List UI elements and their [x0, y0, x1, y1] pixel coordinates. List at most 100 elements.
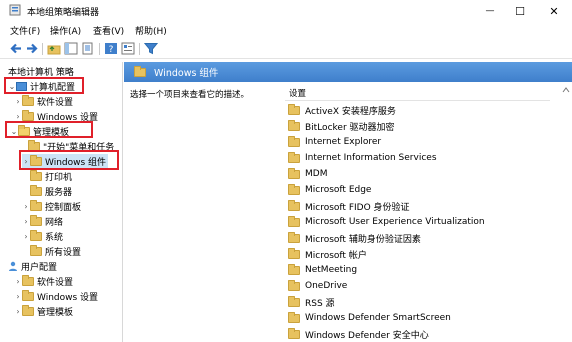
- folder-icon: [30, 214, 42, 226]
- tree-node-printers[interactable]: 打印机: [30, 169, 72, 183]
- tree-label: 管理模板: [33, 127, 70, 138]
- tree-label: Windows 设置: [37, 112, 99, 123]
- group-policy-editor-window: 本地组策略编辑器 — ☐ ✕ 文件(F) 操作(A) 查看(V) 帮助(H) ?: [0, 0, 572, 342]
- window-title: 本地组策略编辑器: [27, 8, 100, 18]
- tree-node-server[interactable]: 服务器: [30, 184, 72, 198]
- tree-node-network[interactable]: › 网络: [22, 214, 63, 228]
- list-item[interactable]: MDM: [285, 166, 327, 182]
- chevron-right-icon[interactable]: ›: [22, 217, 30, 226]
- folder-icon: [22, 109, 34, 121]
- tree-label: 控制面板: [45, 202, 82, 213]
- folder-icon: [22, 274, 34, 286]
- chevron-right-icon[interactable]: ›: [14, 112, 22, 121]
- list-item-label: Windows Defender 安全中心: [305, 330, 429, 341]
- tree-node-windows-settings[interactable]: › Windows 设置: [14, 109, 98, 123]
- list-item-label: Microsoft Edge: [305, 185, 372, 195]
- list-item[interactable]: NetMeeting: [285, 262, 357, 278]
- chevron-right-icon[interactable]: ›: [22, 232, 30, 241]
- list-item-label: NetMeeting: [305, 265, 358, 275]
- tree-node-user-windows-settings[interactable]: › Windows 设置: [14, 289, 98, 303]
- minimize-button[interactable]: —: [474, 0, 506, 22]
- tree-node-all-settings[interactable]: 所有设置: [30, 244, 81, 258]
- menu-help[interactable]: 帮助(H): [135, 24, 167, 37]
- folder-icon: [288, 231, 300, 243]
- chevron-right-icon[interactable]: ›: [22, 157, 30, 166]
- folder-icon: [22, 94, 34, 106]
- folder-icon: [288, 199, 300, 211]
- tree-node-user-software-settings[interactable]: › 软件设置: [14, 274, 73, 288]
- tree-node-computer-config[interactable]: ⌄ 计算机配置: [8, 79, 75, 93]
- scroll-up-icon: [562, 87, 570, 93]
- chevron-right-icon[interactable]: ›: [14, 277, 22, 286]
- folder-icon: [288, 327, 300, 339]
- list-item-label: Internet Information Services: [305, 153, 437, 163]
- tree-node-user-config[interactable]: 用户配置: [8, 259, 57, 273]
- tree-root-label: 本地计算机 策略: [8, 67, 74, 78]
- tree-node-software-settings[interactable]: › 软件设置: [14, 94, 73, 108]
- tree-label: 管理模板: [37, 307, 74, 318]
- list-item[interactable]: Internet Explorer: [285, 134, 381, 150]
- menu-bar: 文件(F) 操作(A) 查看(V) 帮助(H): [0, 24, 572, 38]
- help-icon[interactable]: ?: [104, 42, 118, 55]
- tree-node-system[interactable]: › 系统: [22, 229, 63, 243]
- list-item[interactable]: Windows Defender SmartScreen: [285, 310, 451, 326]
- list-item[interactable]: BitLocker 驱动器加密: [285, 118, 395, 134]
- list-item-label: Windows Defender SmartScreen: [305, 313, 451, 323]
- title-bar: 本地组策略编辑器 — ☐ ✕: [0, 0, 572, 22]
- folder-icon: [288, 295, 300, 307]
- vertical-scrollbar[interactable]: [560, 82, 572, 342]
- list-item[interactable]: Windows Defender 安全中心: [285, 326, 429, 342]
- list-item[interactable]: Microsoft 帐户: [285, 246, 367, 262]
- folder-icon: [288, 183, 300, 195]
- list-item-label: Microsoft User Experience Virtualization: [305, 217, 485, 227]
- folder-icon: [288, 279, 300, 291]
- list-item[interactable]: Internet Information Services: [285, 150, 437, 166]
- chevron-right-icon[interactable]: ›: [14, 292, 22, 301]
- menu-file[interactable]: 文件(F): [10, 24, 40, 37]
- up-folder-icon[interactable]: [47, 42, 61, 55]
- tree-label: 打印机: [45, 172, 73, 183]
- list-item[interactable]: Microsoft 辅助身份验证因素: [285, 230, 421, 246]
- chevron-right-icon[interactable]: ›: [22, 202, 30, 211]
- tree-node-admin-templates[interactable]: ⌄ 管理模板: [10, 124, 69, 138]
- tree-node-user-admin-templates[interactable]: › 管理模板: [14, 304, 73, 318]
- column-header-settings[interactable]: 设置: [285, 86, 550, 101]
- list-item[interactable]: Microsoft User Experience Virtualization: [285, 214, 485, 230]
- details-header-title: Windows 组件: [154, 68, 219, 79]
- tree-node-start-menu[interactable]: "开始"菜单和任务: [28, 139, 114, 153]
- list-item[interactable]: ActiveX 安装程序服务: [285, 102, 396, 118]
- chevron-right-icon[interactable]: ›: [14, 97, 22, 106]
- forward-arrow-icon[interactable]: [25, 42, 39, 55]
- policy-editor-app-icon: [9, 4, 21, 16]
- folder-icon: [288, 135, 300, 147]
- chevron-down-icon[interactable]: ⌄: [8, 82, 16, 91]
- filter-icon[interactable]: [144, 42, 158, 55]
- list-item-label: Microsoft 帐户: [305, 250, 367, 261]
- chevron-right-icon[interactable]: ›: [14, 307, 22, 316]
- list-item[interactable]: RSS 源: [285, 294, 335, 310]
- folder-icon: [288, 119, 300, 131]
- folder-icon: [288, 215, 300, 227]
- show-hide-tree-icon[interactable]: [64, 42, 78, 55]
- chevron-down-icon[interactable]: ⌄: [10, 127, 18, 136]
- tree-node-windows-components[interactable]: › Windows 组件: [22, 154, 109, 168]
- menu-action[interactable]: 操作(A): [50, 24, 81, 37]
- folder-icon: [30, 244, 42, 256]
- menu-view[interactable]: 查看(V): [93, 24, 124, 37]
- list-item[interactable]: Microsoft FIDO 身份验证: [285, 198, 410, 214]
- back-arrow-icon[interactable]: [9, 42, 23, 55]
- close-button[interactable]: ✕: [538, 0, 570, 22]
- folder-icon: [28, 139, 40, 151]
- list-item[interactable]: Microsoft Edge: [285, 182, 371, 198]
- tree-root[interactable]: 本地计算机 策略: [8, 64, 74, 78]
- maximize-button[interactable]: ☐: [504, 0, 536, 22]
- properties-icon[interactable]: [121, 42, 135, 55]
- folder-icon: [288, 167, 300, 179]
- tree-label: Windows 组件: [45, 157, 107, 168]
- folder-icon: [30, 154, 42, 166]
- list-item[interactable]: OneDrive: [285, 278, 347, 294]
- list-item-label: RSS 源: [305, 298, 335, 309]
- tree-node-control-panel[interactable]: › 控制面板: [22, 199, 81, 213]
- list-item-label: MDM: [305, 169, 328, 179]
- export-list-icon[interactable]: [81, 42, 95, 55]
